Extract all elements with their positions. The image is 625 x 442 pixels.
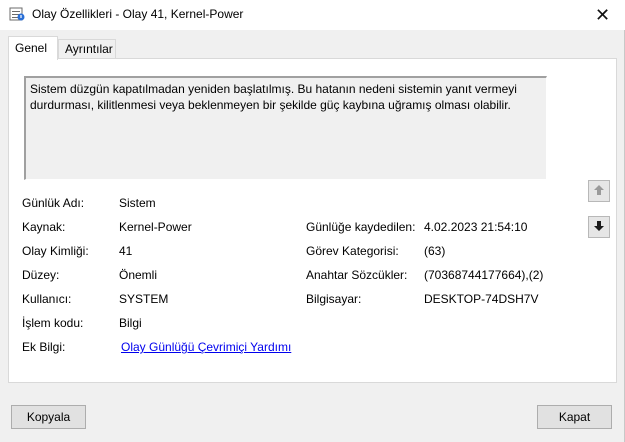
task-category-label: Görev Kategorisi:	[306, 244, 399, 258]
event-properties-window: Olay Özellikleri - Olay 41, Kernel-Power…	[0, 0, 625, 442]
log-name-value: Sistem	[119, 196, 156, 210]
copy-button-label: Kopyala	[26, 410, 71, 424]
user-value: SYSTEM	[119, 292, 169, 306]
task-category-value: (63)	[424, 244, 446, 258]
window-title: Olay Özellikleri - Olay 41, Kernel-Power	[32, 7, 244, 21]
opcode-label: İşlem kodu:	[22, 316, 84, 330]
level-value: Önemli	[119, 268, 158, 282]
general-tab-panel: Sistem düzgün kapatılmadan yeniden başla…	[8, 58, 617, 383]
next-event-button[interactable]	[588, 216, 610, 238]
tab-general-label: Genel	[15, 41, 48, 55]
more-info-label: Ek Bilgi:	[22, 340, 66, 354]
close-window-button[interactable]: ✕	[580, 0, 625, 30]
log-name-label: Günlük Adı:	[22, 196, 85, 210]
close-icon: ✕	[594, 4, 611, 25]
arrow-down-icon	[592, 219, 606, 236]
keywords-value: (70368744177664),(2)	[424, 268, 544, 282]
event-id-label: Olay Kimliği:	[22, 244, 89, 258]
copy-button[interactable]: Kopyala	[11, 405, 86, 429]
level-label: Düzey:	[22, 268, 60, 282]
event-id-value: 41	[119, 244, 133, 258]
logged-value: 4.02.2023 21:54:10	[424, 220, 528, 234]
close-button-label: Kapat	[558, 410, 591, 424]
opcode-value: Bilgi	[119, 316, 142, 330]
title-bar: Olay Özellikleri - Olay 41, Kernel-Power…	[0, 0, 625, 30]
computer-label: Bilgisayar:	[306, 292, 362, 306]
close-button[interactable]: Kapat	[537, 405, 612, 429]
event-viewer-icon	[9, 6, 25, 22]
logged-label: Günlüğe kaydedilen:	[306, 220, 416, 234]
user-label: Kullanıcı:	[22, 292, 72, 306]
tab-details[interactable]: Ayrıntılar	[58, 39, 116, 59]
tab-details-label: Ayrıntılar	[65, 42, 113, 56]
tab-general[interactable]: Genel	[8, 36, 58, 60]
source-value: Kernel-Power	[119, 220, 192, 234]
keywords-label: Anahtar Sözcükler:	[306, 268, 408, 282]
arrow-up-icon	[592, 183, 606, 200]
event-description[interactable]: Sistem düzgün kapatılmadan yeniden başla…	[24, 76, 547, 180]
online-help-link[interactable]: Olay Günlüğü Çevrimiçi Yardımı	[121, 340, 291, 354]
computer-value: DESKTOP-74DSH7V	[424, 292, 539, 306]
previous-event-button[interactable]	[588, 180, 610, 202]
source-label: Kaynak:	[22, 220, 66, 234]
